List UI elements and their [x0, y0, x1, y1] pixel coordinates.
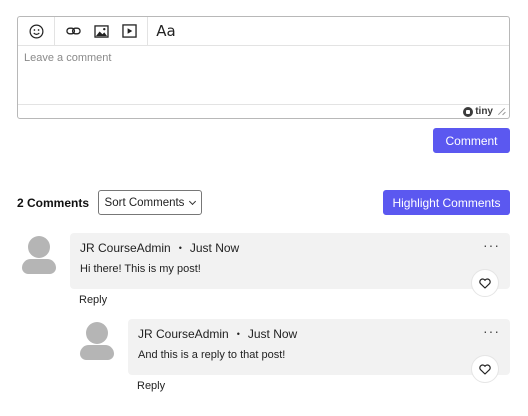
more-options-icon[interactable]: ···: [483, 323, 500, 339]
reply-link[interactable]: Reply: [137, 380, 165, 392]
comment-author: JR CourseAdmin: [80, 241, 171, 255]
comment-editor: Aa Leave a comment tiny: [17, 16, 510, 119]
comment-card: JR CourseAdmin • Just Now And this is a …: [128, 319, 510, 375]
resize-handle-icon[interactable]: [498, 108, 505, 115]
avatar-head: [28, 236, 50, 258]
highlight-comments-button[interactable]: Highlight Comments: [383, 190, 510, 215]
comment-count: 2 Comments: [17, 196, 90, 210]
tiny-logo-icon: [463, 106, 474, 117]
comment-author: JR CourseAdmin: [138, 327, 229, 341]
chevron-down-icon: [189, 197, 197, 205]
avatar: [22, 236, 56, 274]
heart-icon: [479, 363, 491, 375]
editor-statusbar: tiny: [18, 104, 509, 118]
like-button[interactable]: [471, 269, 499, 297]
tiny-brand[interactable]: tiny: [463, 106, 493, 117]
font-format-icon[interactable]: Aa: [154, 20, 178, 42]
link-icon[interactable]: [61, 20, 85, 42]
comment-meta: JR CourseAdmin • Just Now: [138, 327, 297, 341]
media-icon[interactable]: [117, 20, 141, 42]
avatar-head: [86, 322, 108, 344]
avatar-body: [22, 259, 56, 274]
meta-separator: •: [236, 329, 240, 339]
avatar: [80, 322, 114, 360]
avatar-body: [80, 345, 114, 360]
comment-text: Hi there! This is my post!: [80, 263, 201, 275]
editor-toolbar: Aa: [18, 17, 509, 46]
comment-button[interactable]: Comment: [433, 128, 510, 153]
more-options-icon[interactable]: ···: [483, 237, 500, 253]
toolbar-group-emoji: [18, 17, 55, 45]
emoji-icon[interactable]: [24, 20, 48, 42]
meta-separator: •: [178, 243, 182, 253]
font-format-label: Aa: [156, 22, 176, 40]
comment-meta: JR CourseAdmin • Just Now: [80, 241, 239, 255]
comment-input-placeholder: Leave a comment: [24, 52, 112, 64]
sort-comments-button[interactable]: Sort Comments: [98, 190, 202, 215]
comment-time: Just Now: [247, 327, 298, 341]
toolbar-group-insert: [55, 17, 148, 45]
comment-text: And this is a reply to that post!: [138, 349, 286, 361]
reply-link[interactable]: Reply: [79, 294, 107, 306]
toolbar-group-format: Aa: [148, 17, 184, 45]
comment-input[interactable]: Leave a comment: [18, 46, 509, 104]
like-button[interactable]: [471, 355, 499, 383]
sort-comments-label: Sort Comments: [104, 196, 185, 209]
image-icon[interactable]: [89, 20, 113, 42]
comment-time: Just Now: [189, 241, 240, 255]
tiny-brand-label: tiny: [475, 106, 493, 117]
comment-card: JR CourseAdmin • Just Now Hi there! This…: [70, 233, 510, 289]
heart-icon: [479, 277, 491, 289]
